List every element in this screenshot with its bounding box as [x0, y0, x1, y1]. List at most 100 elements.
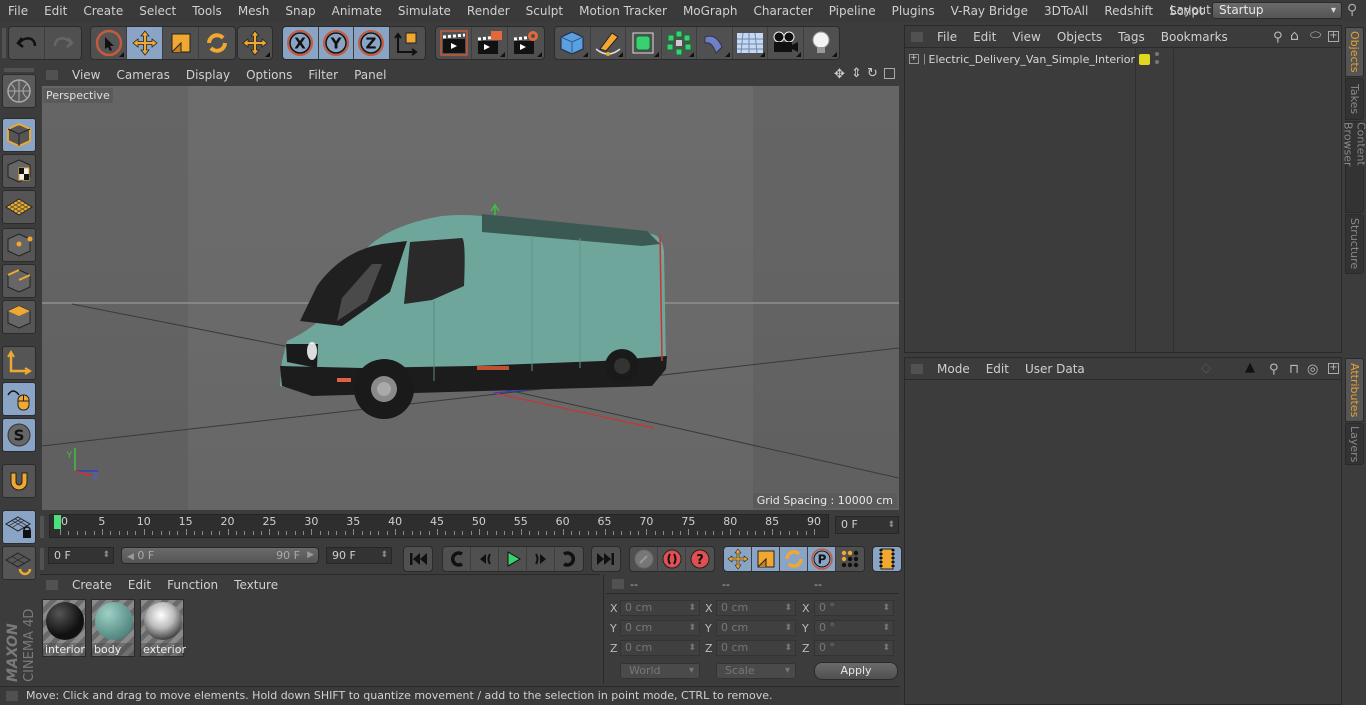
attribute-menu-grip[interactable] — [911, 363, 923, 374]
menu-vray-bridge[interactable]: V-Ray Bridge — [943, 4, 1036, 18]
render-view-button[interactable] — [436, 27, 472, 59]
menu-file[interactable]: File — [0, 4, 36, 18]
object-menu-view[interactable]: View — [1004, 30, 1048, 44]
previous-frame-button[interactable] — [471, 547, 499, 571]
material-exterior[interactable]: exterior — [140, 599, 186, 657]
goto-previous-key-button[interactable] — [443, 547, 471, 571]
viewport-menu-view[interactable]: View — [64, 68, 108, 82]
pointer-up-icon[interactable]: ▲ — [1245, 360, 1255, 375]
render-settings-button[interactable] — [508, 27, 544, 59]
size-x-field[interactable]: 0 cm — [716, 600, 796, 616]
current-frame-field[interactable]: 0 F — [835, 516, 899, 534]
timeline-window-button[interactable] — [873, 547, 901, 571]
perspective-viewport[interactable]: Y Z Perspective Grid Spacing : 10000 cm — [42, 86, 899, 510]
lock-icon[interactable]: ⊓ — [1289, 362, 1299, 377]
menu-mesh[interactable]: Mesh — [230, 4, 278, 18]
menu-pipeline[interactable]: Pipeline — [821, 4, 884, 18]
goto-start-button[interactable] — [404, 547, 432, 571]
menu-tools[interactable]: Tools — [184, 4, 230, 18]
rotate-view-icon[interactable]: ↻ — [867, 66, 878, 81]
viewport-menu-filter[interactable]: Filter — [300, 68, 346, 82]
tab-structure[interactable]: Structure — [1345, 214, 1364, 274]
viewport-menu-options[interactable]: Options — [238, 68, 300, 82]
add-cube-button[interactable] — [555, 27, 591, 59]
snapping-button[interactable] — [2, 464, 36, 498]
menu-3dtoall[interactable]: 3DToAll — [1036, 4, 1096, 18]
viewport-menu-display[interactable]: Display — [178, 68, 238, 82]
new-panel-icon[interactable]: + — [1328, 363, 1339, 374]
object-menu-edit[interactable]: Edit — [965, 30, 1004, 44]
layer-color-swatch[interactable] — [1139, 54, 1150, 65]
menu-mograph[interactable]: MoGraph — [675, 4, 746, 18]
position-y-field[interactable]: 0 cm — [620, 620, 700, 636]
points-mode-button[interactable] — [2, 228, 36, 262]
edges-mode-button[interactable] — [2, 264, 36, 298]
rotation-h-field[interactable]: 0 ° — [814, 600, 894, 616]
left-toolbar-grip[interactable] — [4, 68, 34, 72]
add-camera-button[interactable] — [768, 27, 804, 59]
menu-simulate[interactable]: Simulate — [390, 4, 459, 18]
position-x-field[interactable]: 0 cm — [620, 600, 700, 616]
tab-attributes[interactable]: Attributes — [1345, 358, 1364, 422]
autokeying-button[interactable]: ? — [686, 547, 714, 571]
object-menu-grip[interactable] — [911, 31, 923, 42]
rotate-tool-button[interactable] — [199, 27, 235, 59]
add-cloner-button[interactable] — [662, 27, 697, 59]
key-parameter-button[interactable]: P — [808, 547, 836, 571]
material-interior[interactable]: interior — [42, 599, 86, 657]
render-to-picture-viewer-button[interactable] — [472, 27, 508, 59]
material-body[interactable]: body — [91, 599, 135, 657]
menu-edit[interactable]: Edit — [36, 4, 75, 18]
object-menu-file[interactable]: File — [929, 30, 965, 44]
object-name[interactable]: Electric_Delivery_Van_Simple_Interior — [929, 53, 1136, 66]
planar-workplane-button[interactable] — [2, 546, 36, 580]
next-frame-button[interactable] — [527, 547, 555, 571]
size-z-field[interactable]: 0 cm — [716, 640, 796, 656]
add-subdivision-surface-button[interactable] — [626, 27, 662, 59]
attribute-menu-mode[interactable]: Mode — [929, 362, 978, 376]
texture-mode-button[interactable] — [2, 154, 36, 188]
timeline-grip[interactable] — [40, 516, 44, 538]
menu-snap[interactable]: Snap — [277, 4, 323, 18]
viewport-menu-panel[interactable]: Panel — [346, 68, 394, 82]
attribute-menu-user-data[interactable]: User Data — [1017, 362, 1093, 376]
model-mode-button[interactable] — [2, 118, 36, 152]
redo-button[interactable] — [45, 27, 81, 59]
key-scale-button[interactable] — [752, 547, 780, 571]
recent-tool-button[interactable] — [238, 27, 272, 59]
rotation-b-field[interactable]: 0 ° — [814, 640, 894, 656]
material-menu-edit[interactable]: Edit — [120, 578, 159, 592]
home-icon[interactable]: ⌂ — [1290, 28, 1299, 44]
key-rotation-button[interactable] — [780, 547, 808, 571]
z-axis-lock-button[interactable]: Z — [354, 27, 390, 59]
add-spline-button[interactable] — [591, 27, 626, 59]
solo-mode-button[interactable]: S — [2, 418, 36, 452]
menu-redshift[interactable]: Redshift — [1096, 4, 1161, 18]
scale-tool-button[interactable] — [163, 27, 199, 59]
object-row[interactable]: + 0 Electric_Delivery_Van_Simple_Interio… — [905, 49, 1135, 69]
material-menu-create[interactable]: Create — [64, 578, 120, 592]
search-icon[interactable]: ⚲ — [1273, 30, 1283, 45]
material-menu-grip[interactable] — [46, 580, 58, 590]
apply-button[interactable]: Apply — [814, 662, 898, 680]
tab-content-browser[interactable]: Content Browser — [1342, 121, 1366, 213]
layout-dropdown[interactable]: Startup — [1212, 2, 1342, 19]
move-tool-button[interactable] — [127, 27, 163, 59]
live-selection-button[interactable] — [91, 27, 127, 59]
tab-objects[interactable]: Objects — [1345, 27, 1364, 77]
axis-mode-button[interactable] — [2, 346, 36, 380]
new-panel-icon[interactable]: + — [1328, 31, 1339, 42]
size-y-field[interactable]: 0 cm — [716, 620, 796, 636]
frame-range-slider[interactable]: ◀ 0 F 90 F ▶ — [121, 547, 319, 564]
search-icon[interactable]: ⚲ — [1347, 2, 1357, 18]
start-frame-field[interactable]: 0 F — [48, 547, 114, 564]
menu-character[interactable]: Character — [745, 4, 820, 18]
object-menu-bookmarks[interactable]: Bookmarks — [1153, 30, 1236, 44]
timeline-ruler[interactable]: 0 5 10 15 20 25 30 35 40 45 50 55 60 65 70 75 80 85 90 — [49, 514, 829, 538]
object-menu-objects[interactable]: Objects — [1049, 30, 1110, 44]
menu-motion-tracker[interactable]: Motion Tracker — [571, 4, 675, 18]
viewport-menu-grip[interactable] — [46, 70, 58, 80]
search-icon[interactable]: ⚲ — [1269, 362, 1279, 377]
viewport-menu-cameras[interactable]: Cameras — [108, 68, 177, 82]
dot-icon[interactable]: ⬭ — [1310, 28, 1321, 43]
